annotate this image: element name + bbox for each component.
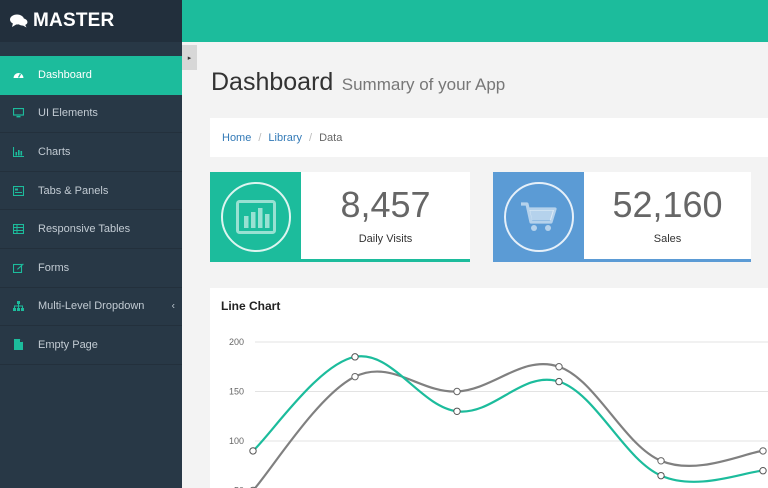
data-point (759, 447, 767, 455)
shopping-cart-icon (520, 202, 557, 231)
stat-value: 52,160 (612, 183, 723, 225)
caret-right-icon: ▸ (187, 54, 192, 62)
sidebar-item-label: Charts (38, 145, 71, 158)
y-tick-label: 200 (229, 337, 244, 347)
breadcrumb-home-link[interactable]: Home (222, 132, 251, 144)
page-title: Dashboard (211, 68, 334, 96)
sidebar-item-tabs-panels[interactable]: Tabs & Panels (0, 172, 182, 211)
data-point (657, 457, 665, 465)
sidebar-toggle-button[interactable]: ▸ (182, 45, 197, 70)
stat-icon-circle (220, 182, 291, 252)
stat-label: Daily Visits (358, 232, 413, 245)
y-tick-label: 100 (229, 436, 244, 446)
sidebar-item-label: Multi-Level Dropdown (38, 300, 145, 313)
sidebar-nav: Dashboard UI Elements Charts Tabs & Pane… (0, 56, 182, 365)
sidebar-item-label: Responsive Tables (38, 223, 131, 236)
sidebar-item-multi-level-dropdown[interactable]: Multi-Level Dropdown ‹ (0, 288, 182, 327)
page-header: Dashboard Summary of your App (211, 68, 505, 97)
bar-chart-icon (235, 200, 276, 234)
y-tick-label: 150 (229, 387, 244, 397)
file-icon (12, 339, 24, 351)
stat-icon-circle (503, 182, 574, 252)
data-point (759, 467, 767, 475)
stat-body: 8,457 Daily Visits (301, 172, 470, 259)
tabs-icon (12, 185, 24, 197)
sidebar-item-ui-elements[interactable]: UI Elements (0, 95, 182, 134)
series-line (253, 363, 764, 488)
sidebar: MASTER Dashboard UI Elements Charts Tabs… (0, 0, 182, 488)
data-point (351, 353, 359, 361)
table-icon (12, 223, 24, 235)
breadcrumb: Home / Library / Data (210, 118, 768, 157)
stat-card-daily-visits: 8,457 Daily Visits (210, 172, 470, 262)
breadcrumb-current: Data (319, 131, 343, 144)
bar-chart-icon (12, 146, 24, 158)
stat-icon-box (210, 172, 301, 262)
stat-label: Sales (653, 232, 682, 245)
sidebar-item-label: Dashboard (38, 68, 92, 81)
line-chart-panel: Line Chart 20015010050 (210, 288, 768, 488)
breadcrumb-separator: / (258, 131, 262, 144)
comments-icon (10, 14, 28, 28)
sidebar-item-label: Forms (38, 261, 70, 274)
stat-icon-box (493, 172, 584, 262)
sitemap-icon (12, 300, 24, 312)
data-point (555, 377, 563, 386)
sidebar-item-dashboard[interactable]: Dashboard (0, 56, 182, 95)
breadcrumb-separator: / (309, 131, 313, 144)
sidebar-item-forms[interactable]: Forms (0, 249, 182, 288)
chevron-left-icon: ‹ (171, 300, 175, 312)
sidebar-item-responsive-tables[interactable]: Responsive Tables (0, 210, 182, 249)
brand[interactable]: MASTER (0, 0, 182, 42)
stat-card-sales: 52,160 Sales (493, 172, 751, 262)
breadcrumb-library-link[interactable]: Library (268, 132, 302, 144)
data-point (249, 447, 257, 455)
page-subtitle: Summary of your App (341, 75, 506, 94)
stat-body: 52,160 Sales (584, 172, 751, 259)
sidebar-item-empty-page[interactable]: Empty Page (0, 326, 182, 365)
series-line (252, 355, 764, 483)
sidebar-item-label: Empty Page (38, 338, 98, 351)
top-navbar (182, 0, 768, 42)
sidebar-item-label: Tabs & Panels (38, 184, 109, 197)
data-point (657, 471, 665, 480)
data-point (453, 387, 461, 396)
sidebar-item-label: UI Elements (38, 107, 98, 120)
line-chart: 20015010050 (229, 337, 768, 488)
brand-name: MASTER (33, 10, 115, 31)
sidebar-item-charts[interactable]: Charts (0, 133, 182, 172)
desktop-icon (12, 107, 24, 119)
data-point (351, 372, 359, 381)
data-point (453, 407, 461, 416)
stat-value: 8,457 (340, 183, 431, 225)
edit-icon (12, 262, 24, 274)
data-point (555, 363, 563, 371)
dashboard-icon (12, 69, 24, 81)
